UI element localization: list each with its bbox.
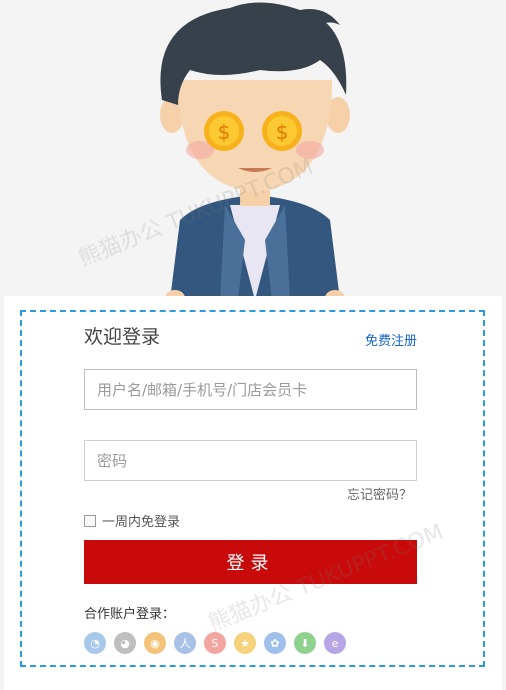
360-icon[interactable]: e xyxy=(324,632,346,654)
renren-icon[interactable]: 人 xyxy=(174,632,196,654)
star-icon[interactable]: ★ xyxy=(234,632,256,654)
baidu-icon[interactable]: ✿ xyxy=(264,632,286,654)
remember-me-label: 一周内免登录 xyxy=(102,515,181,530)
svg-text:$: $ xyxy=(218,120,231,144)
wechat-icon[interactable]: ◕ xyxy=(114,632,136,654)
partner-login-label: 合作账户登录： xyxy=(84,607,176,622)
social-login-icons: ◔ ◕ ◉ 人 S ★ ✿ ⬇ e xyxy=(84,632,346,654)
login-button[interactable]: 登录 xyxy=(84,540,417,584)
forgot-password-link[interactable]: 忘记密码？ xyxy=(347,484,412,503)
checkbox-box[interactable] xyxy=(84,514,96,527)
mascot-illustration: $ $ xyxy=(160,2,350,305)
qq-icon[interactable]: ◔ xyxy=(84,632,106,654)
register-link[interactable]: 免费注册 xyxy=(365,330,417,349)
password-input[interactable] xyxy=(84,440,417,481)
alipay-icon[interactable]: S xyxy=(204,632,226,654)
download-icon[interactable]: ⬇ xyxy=(294,632,316,654)
username-input[interactable] xyxy=(84,369,417,410)
page-title: 欢迎登录 xyxy=(84,326,161,348)
weibo-icon[interactable]: ◉ xyxy=(144,632,166,654)
remember-me-checkbox[interactable]: 一周内免登录 xyxy=(84,511,180,530)
svg-text:$: $ xyxy=(276,120,289,144)
